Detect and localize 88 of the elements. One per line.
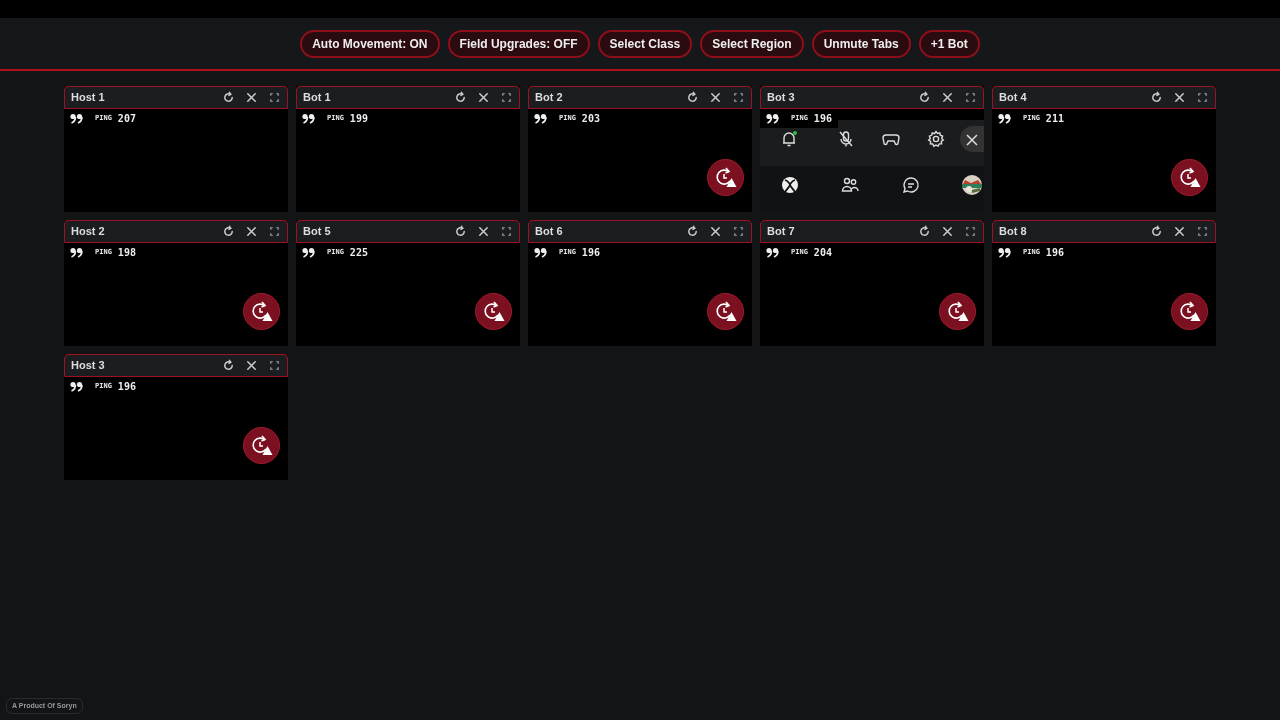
ping-value: 196 (813, 112, 832, 126)
fullscreen-icon[interactable] (732, 91, 745, 104)
ping-value: 225 (349, 246, 368, 260)
fullscreen-icon[interactable] (268, 359, 281, 372)
toolbar-button[interactable]: Field Upgrades: OFF (447, 29, 590, 58)
ping-value: 207 (117, 112, 136, 126)
refresh-icon[interactable] (454, 225, 467, 238)
refresh-icon[interactable] (1150, 225, 1163, 238)
toolbar-button[interactable]: Auto Movement: ON (300, 29, 440, 58)
quote-icon (766, 113, 779, 124)
restart-alert-button[interactable] (1171, 293, 1208, 330)
tile-title: Host 1 (71, 90, 106, 106)
close-icon[interactable] (245, 91, 258, 104)
ping-value: 211 (1045, 112, 1064, 126)
refresh-icon[interactable] (686, 91, 699, 104)
restart-alert-button[interactable] (707, 293, 744, 330)
fullscreen-icon[interactable] (500, 91, 513, 104)
tile-title: Bot 2 (535, 90, 564, 106)
ping-value: 204 (813, 246, 832, 260)
tile-title: Bot 7 (767, 224, 796, 240)
bell-icon[interactable] (780, 130, 798, 148)
toolbar-button[interactable]: +1 Bot (918, 29, 980, 58)
refresh-icon[interactable] (686, 225, 699, 238)
fullscreen-icon[interactable] (268, 91, 281, 104)
close-icon[interactable] (709, 225, 722, 238)
close-button[interactable] (960, 126, 984, 152)
refresh-icon[interactable] (222, 225, 235, 238)
ping-value: 198 (117, 246, 136, 260)
tile-title: Bot 8 (999, 224, 1028, 240)
tile-title: Host 2 (71, 224, 106, 240)
refresh-icon[interactable] (1150, 91, 1163, 104)
close-icon[interactable] (1173, 91, 1186, 104)
quote-icon (766, 247, 779, 258)
ping-value: 196 (117, 380, 136, 394)
toolbar-button[interactable]: Select Region (700, 29, 804, 58)
muted-microphone-icon[interactable] (837, 130, 855, 148)
close-icon[interactable] (941, 225, 954, 238)
close-icon[interactable] (709, 91, 722, 104)
restart-alert-button[interactable] (243, 427, 280, 464)
tile-title: Bot 5 (303, 224, 332, 240)
chat-icon[interactable] (902, 176, 920, 194)
tile-title: Bot 6 (535, 224, 564, 240)
tile-title: Host 3 (71, 358, 106, 374)
quote-icon (998, 247, 1011, 258)
tile-title: Bot 4 (999, 90, 1028, 106)
toolbar-button[interactable]: Select Class (597, 29, 693, 58)
restart-alert-button[interactable] (939, 293, 976, 330)
close-icon[interactable] (941, 91, 954, 104)
restart-alert-button[interactable] (243, 293, 280, 330)
fullscreen-icon[interactable] (732, 225, 745, 238)
close-icon[interactable] (477, 225, 490, 238)
ping-value: 196 (581, 246, 600, 260)
xbox-logo-icon[interactable] (781, 176, 799, 194)
refresh-icon[interactable] (222, 359, 235, 372)
refresh-icon[interactable] (918, 225, 931, 238)
tile-title: Bot 1 (303, 90, 332, 106)
quote-icon (998, 113, 1011, 124)
quote-icon (534, 247, 547, 258)
settings-icon[interactable] (927, 130, 945, 148)
quote-icon (302, 113, 315, 124)
quote-icon (70, 113, 83, 124)
ping-value: 203 (581, 112, 600, 126)
refresh-icon[interactable] (222, 91, 235, 104)
fullscreen-icon[interactable] (500, 225, 513, 238)
fullscreen-icon[interactable] (964, 225, 977, 238)
restart-alert-button[interactable] (475, 293, 512, 330)
quote-icon (70, 247, 83, 258)
fullscreen-icon[interactable] (268, 225, 281, 238)
ping-value: 199 (349, 112, 368, 126)
close-icon[interactable] (245, 225, 258, 238)
quote-icon (534, 113, 547, 124)
ping-value: 196 (1045, 246, 1064, 260)
close-icon[interactable] (477, 91, 490, 104)
refresh-icon[interactable] (454, 91, 467, 104)
people-icon[interactable] (841, 176, 859, 194)
fullscreen-icon[interactable] (964, 91, 977, 104)
close-icon[interactable] (1173, 225, 1186, 238)
toolbar-button[interactable]: Unmute Tabs (811, 29, 911, 58)
fullscreen-icon[interactable] (1196, 225, 1209, 238)
restart-alert-button[interactable] (1171, 159, 1208, 196)
close-icon (965, 132, 979, 147)
restart-alert-button[interactable] (707, 159, 744, 196)
tile-title: Bot 3 (767, 90, 796, 106)
quote-icon (70, 381, 83, 392)
refresh-icon[interactable] (918, 91, 931, 104)
fullscreen-icon[interactable] (1196, 91, 1209, 104)
close-icon[interactable] (245, 359, 258, 372)
quote-icon (302, 247, 315, 258)
